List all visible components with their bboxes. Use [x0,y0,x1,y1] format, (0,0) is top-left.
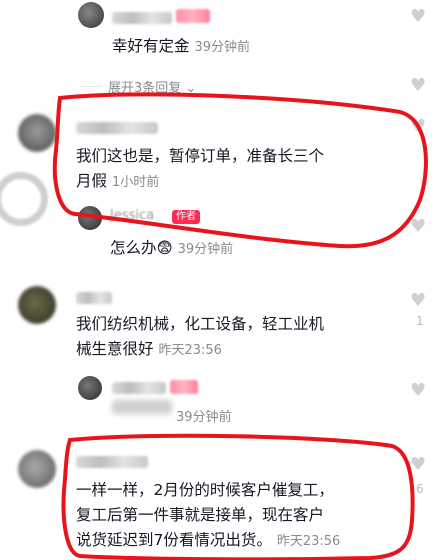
annotation-overlay [52,92,428,560]
annotation-oval-2 [61,433,415,560]
annotation-oval-1 [52,92,428,249]
